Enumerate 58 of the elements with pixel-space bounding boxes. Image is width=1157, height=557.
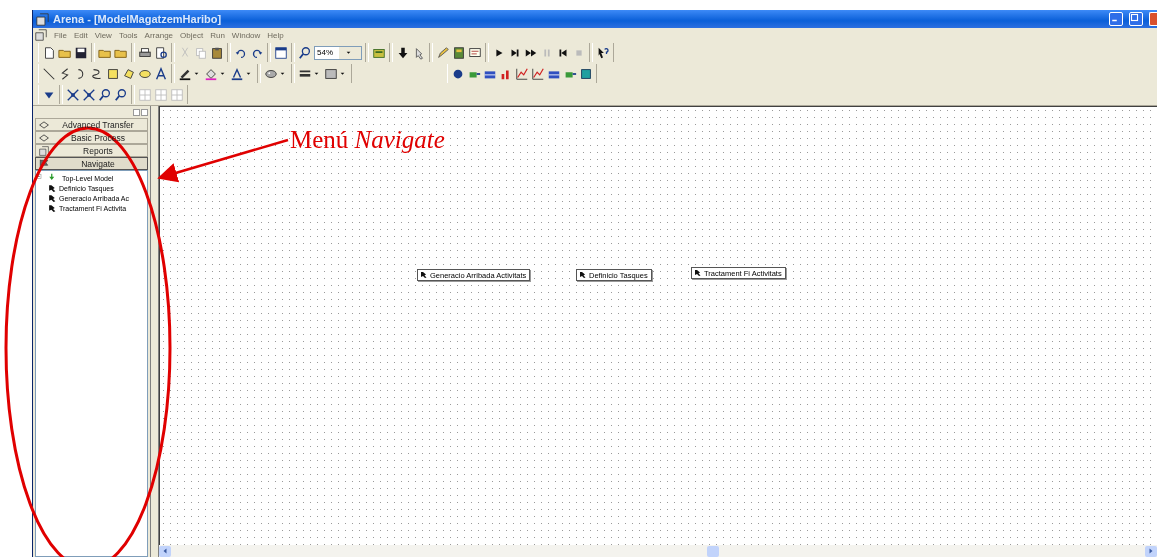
book-icon[interactable]	[452, 45, 466, 60]
cube-icon	[35, 29, 47, 41]
polygon-icon[interactable]	[122, 66, 136, 81]
magnifier-icon[interactable]	[114, 87, 128, 102]
scroll-thumb[interactable]	[706, 545, 719, 557]
line-chart-icon[interactable]	[531, 66, 545, 81]
cube-icon	[39, 145, 49, 156]
menu-item[interactable]: Edit	[73, 30, 88, 40]
zoom-dropdown[interactable]: 54%	[314, 45, 362, 60]
help-icon[interactable]	[596, 45, 610, 60]
text-color-icon[interactable]	[230, 66, 244, 81]
left-arrow-icon	[161, 547, 169, 555]
window-icon[interactable]	[274, 45, 288, 60]
menu-item[interactable]: File	[54, 30, 67, 40]
preview-icon[interactable]	[154, 45, 168, 60]
right-arrow-icon	[1147, 547, 1155, 555]
menu-item[interactable]: Tools	[118, 30, 138, 40]
printer-icon[interactable]	[138, 45, 152, 60]
square-icon[interactable]	[106, 66, 120, 81]
menu-item[interactable]: Object	[180, 30, 204, 40]
pencil-icon[interactable]	[436, 45, 450, 60]
close-button[interactable]	[1149, 12, 1157, 26]
menu-item[interactable]: Help	[267, 30, 284, 40]
menu-item[interactable]: View	[94, 30, 112, 40]
menu-item[interactable]: Arrange	[144, 30, 174, 40]
panel-tab[interactable]: Navigate	[35, 157, 148, 170]
magnifier-icon[interactable]	[98, 87, 112, 102]
cross-arrows-icon[interactable]	[82, 87, 96, 102]
minimize-button[interactable]	[1109, 12, 1123, 26]
filled-square-icon[interactable]	[579, 66, 593, 81]
down-arrow-icon[interactable]	[396, 45, 410, 60]
maximize-button[interactable]	[1129, 12, 1143, 26]
window-title: Arena - [ModelMagatzemHaribo]	[53, 13, 222, 25]
cross-arrows-icon[interactable]	[66, 87, 80, 102]
panel-pin-button[interactable]	[133, 108, 140, 116]
panel-close-button[interactable]	[141, 108, 148, 116]
save-icon[interactable]	[74, 45, 88, 60]
line-chart-icon[interactable]	[515, 66, 529, 81]
horizontal-scrollbar[interactable]	[159, 545, 1157, 557]
diamond-icon	[39, 119, 49, 130]
flag-icon	[39, 158, 49, 169]
cube-icon	[36, 12, 49, 26]
curve-icon[interactable]	[90, 66, 104, 81]
panel-tab[interactable]: Advanced Transfer	[35, 118, 148, 131]
menu-item[interactable]: Window	[231, 30, 261, 40]
diamond-icon	[39, 132, 49, 143]
new-file-icon[interactable]	[42, 45, 56, 60]
serif-a-icon[interactable]	[154, 66, 168, 81]
fill-color-icon[interactable]	[204, 66, 218, 81]
annotation-label: Menú Navigate	[290, 126, 445, 154]
note-icon[interactable]	[468, 45, 482, 60]
clipboard-icon[interactable]	[210, 45, 224, 60]
panel-tab[interactable]: Reports	[35, 144, 148, 157]
pattern-icon[interactable]	[324, 66, 338, 81]
line-icon[interactable]	[42, 66, 56, 81]
menu-item[interactable]: Run	[210, 30, 225, 40]
magnifier-icon[interactable]	[298, 45, 312, 60]
zigzag-icon[interactable]	[58, 66, 72, 81]
